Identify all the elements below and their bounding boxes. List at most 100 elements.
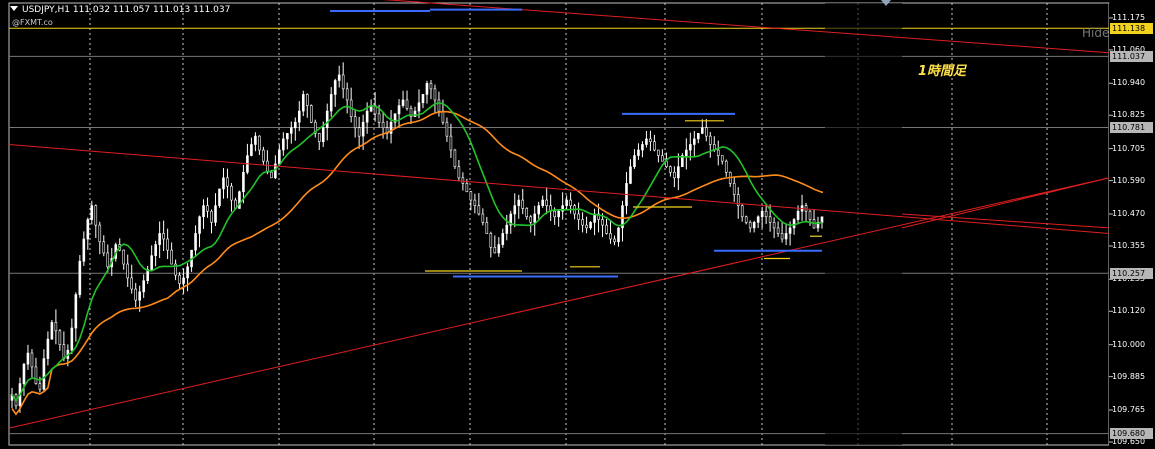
candle-body — [142, 280, 145, 293]
candle-body — [98, 224, 102, 243]
price-badge: 110.257 — [1110, 267, 1153, 279]
candle-body — [206, 205, 209, 212]
candle-body — [50, 322, 54, 340]
candle-body — [633, 155, 636, 168]
candle-body — [226, 177, 229, 187]
candle-body — [242, 171, 245, 193]
candle-body — [645, 138, 648, 145]
candle-body — [685, 149, 688, 156]
candle-body — [94, 205, 98, 226]
candle-body — [182, 277, 185, 284]
candle-body — [154, 244, 157, 256]
candle-body — [744, 216, 748, 223]
candle-body — [54, 322, 58, 332]
candle-body — [449, 135, 453, 151]
candle-body — [617, 227, 620, 243]
candle-body — [704, 127, 708, 137]
candle-body — [429, 82, 433, 90]
candle-body — [150, 255, 153, 270]
y-tick-label: 109.765 — [1112, 405, 1146, 415]
candle-body — [321, 127, 325, 142]
y-tick-label: 110.590 — [1112, 175, 1146, 185]
candle-body — [585, 224, 588, 229]
shaded-zone — [825, 3, 902, 445]
candle-body — [309, 105, 313, 123]
candle-body — [697, 133, 700, 140]
candle-body — [748, 222, 752, 229]
y-tick-label: 110.120 — [1112, 306, 1146, 316]
candle-body — [90, 205, 94, 220]
candle-body — [525, 208, 529, 218]
candle-body — [186, 266, 189, 279]
candle-body — [784, 233, 788, 240]
candle-body — [497, 244, 501, 254]
candle-body — [381, 121, 385, 129]
timeframe-annotation: 1時間足 — [918, 64, 967, 79]
candle-body — [437, 99, 441, 112]
copyright-label: @FXMT.co — [12, 18, 53, 27]
y-tick-label: 110.705 — [1112, 143, 1146, 153]
candle-body — [134, 288, 137, 301]
candle-body — [557, 210, 560, 218]
price-badge: 111.138 — [1110, 22, 1153, 34]
candle-body — [693, 138, 696, 145]
candle-body — [441, 110, 445, 123]
candle-body — [162, 233, 165, 240]
candle-body — [553, 210, 556, 218]
y-tick-label: 110.825 — [1112, 110, 1146, 120]
candle-body — [138, 291, 141, 301]
candle-body — [126, 263, 130, 279]
candle-body — [708, 135, 712, 145]
candle-body — [469, 191, 473, 201]
candle-body — [700, 127, 704, 134]
y-tick-label: 110.940 — [1112, 78, 1146, 88]
candle-body — [720, 155, 724, 162]
candle-body — [78, 260, 82, 295]
candle-body — [605, 224, 608, 234]
candle-body — [481, 213, 485, 223]
candle-body — [445, 121, 449, 137]
candle-body — [764, 210, 768, 218]
candle-body — [329, 94, 333, 112]
candle-body — [86, 219, 90, 240]
candle-body — [609, 233, 612, 240]
candle-body — [262, 149, 265, 162]
candle-body — [501, 233, 505, 245]
candle-body — [170, 249, 173, 265]
candle-body — [477, 205, 481, 215]
candle-body — [545, 199, 548, 206]
price-chart[interactable] — [0, 0, 1155, 449]
candle-body — [102, 241, 106, 254]
candle-body — [317, 133, 321, 142]
symbol-label: USDJPY,H1 — [22, 5, 70, 15]
candle-body — [673, 171, 676, 179]
candle-body — [772, 222, 776, 229]
collapse-triangle-icon[interactable] — [10, 6, 18, 11]
candle-body — [657, 149, 660, 156]
candle-body — [732, 183, 736, 195]
y-tick-label: 110.355 — [1112, 240, 1146, 250]
candle-body — [353, 116, 357, 129]
candle-body — [629, 166, 632, 184]
candle-body — [30, 352, 34, 368]
hide-button[interactable]: Hide — [1082, 26, 1109, 40]
candle-body — [465, 183, 469, 193]
candle-body — [178, 274, 181, 284]
ohlc-readout: 111.032 111.057 111.013 111.037 — [72, 5, 231, 15]
candle-body — [517, 199, 521, 206]
candle-body — [397, 105, 401, 115]
price-badge: 111.037 — [1110, 50, 1153, 62]
candle-body — [740, 205, 744, 218]
candle-body — [613, 238, 616, 243]
candle-body — [689, 144, 692, 151]
trend-line — [901, 177, 1110, 229]
candle-body — [485, 222, 489, 234]
candle-body — [569, 199, 572, 206]
candle-body — [565, 199, 568, 206]
candle-body — [42, 358, 46, 390]
candle-body — [677, 166, 680, 179]
candle-body — [230, 185, 233, 201]
candle-body — [222, 177, 225, 190]
candle-body — [325, 110, 329, 129]
candle-body — [34, 366, 38, 384]
